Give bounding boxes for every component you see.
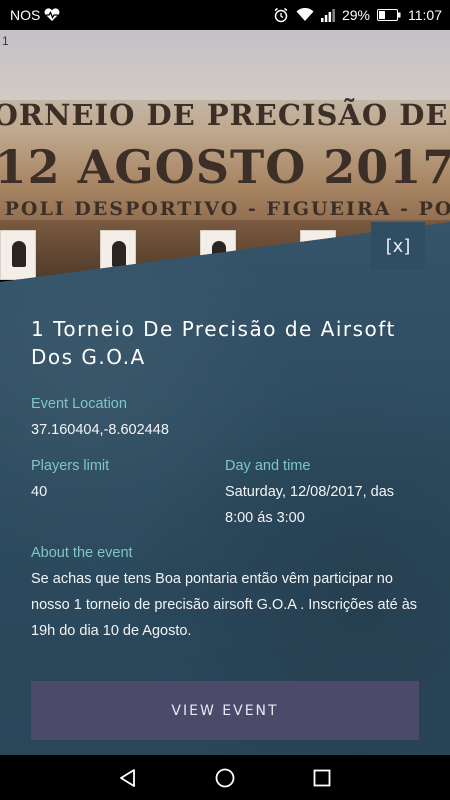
event-title: 1 Torneio De Precisão de Airsoft Dos G.O… <box>31 317 396 369</box>
carrier-name: NOS <box>10 7 41 23</box>
close-button[interactable]: [x] <box>371 222 425 270</box>
banner-sky <box>0 30 450 100</box>
about-event-label: About the event <box>31 545 133 561</box>
home-icon <box>215 768 235 787</box>
banner-date: 12 AGOSTO 2017 <box>0 140 450 194</box>
banner-venue: ( POLI DESPORTIVO - FIGUEIRA - PORTIMÃO … <box>0 198 450 220</box>
about-event-text: Se achas que tens Boa pontaria então vêm… <box>31 571 418 639</box>
signal-icon <box>320 8 335 22</box>
view-event-button[interactable]: VIEW EVENT <box>31 681 419 740</box>
back-icon <box>120 768 136 787</box>
players-limit-label: Players limit <box>31 458 110 474</box>
banner-target <box>0 230 36 280</box>
back-button[interactable] <box>108 758 148 798</box>
day-time-label: Day and time <box>225 458 311 474</box>
battery-icon <box>377 9 401 21</box>
day-time-value: Saturday, 12/08/2017, das 8:00 ás 3:00 <box>225 484 395 526</box>
banner-title: TORNEIO DE PRECISÃO DE AIRSOFT <box>0 98 450 132</box>
navigation-bar <box>0 755 450 800</box>
battery-percent: 29% <box>341 7 370 23</box>
wifi-icon <box>296 8 314 22</box>
home-button[interactable] <box>205 758 245 798</box>
banner-corner-mark: 1 <box>2 34 9 48</box>
event-location-label: Event Location <box>31 396 127 412</box>
recents-button[interactable] <box>302 758 342 798</box>
alarm-icon <box>273 7 289 23</box>
players-limit-value: 40 <box>31 484 48 500</box>
heartbeat-icon <box>43 8 61 22</box>
status-bar: NOS 29% 11:07 <box>0 0 450 30</box>
clock-time: 11:07 <box>408 7 442 23</box>
recents-icon <box>313 769 331 786</box>
event-location-value: 37.160404,-8.602448 <box>31 422 169 438</box>
